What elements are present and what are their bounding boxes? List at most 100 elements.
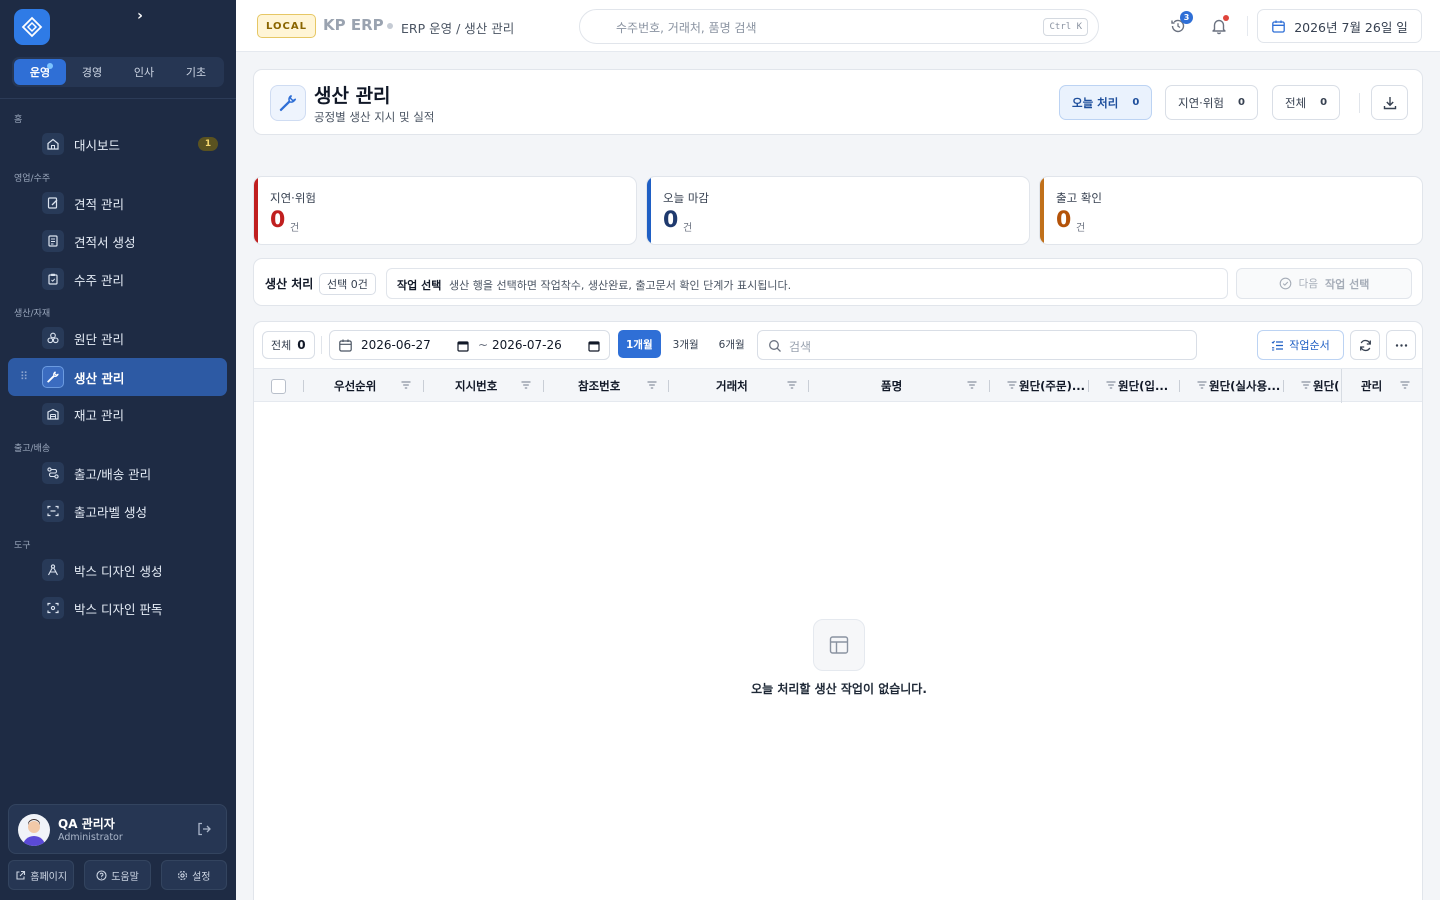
column-header-fabric-in[interactable]: 원단(입... xyxy=(1118,369,1168,403)
sidebar-item-box-design[interactable]: 박스 디자인 생성 xyxy=(8,551,227,589)
stat-card-due-today[interactable]: 오늘 마감 0 건 xyxy=(646,176,1030,245)
sidebar-item-fabric[interactable]: 원단 관리 xyxy=(8,319,227,357)
stat-label: 오늘 마감 xyxy=(663,191,709,205)
calendar-icon xyxy=(1272,20,1286,33)
clipboard-icon xyxy=(42,268,64,290)
selection-count-badge: 선택 0건 xyxy=(319,273,376,295)
filter-delayed-button[interactable]: 지연·위험 0 xyxy=(1165,85,1258,120)
home-icon xyxy=(42,133,64,155)
range-tab-6m[interactable]: 6개월 xyxy=(711,330,753,358)
date-to-input[interactable]: 2026-07-26 xyxy=(492,338,562,352)
scan-eye-icon xyxy=(42,597,64,619)
filter-icon[interactable] xyxy=(786,379,798,391)
mode-tab-management[interactable]: 경영 xyxy=(66,59,118,85)
column-header-order-no[interactable]: 지시번호 xyxy=(455,369,497,403)
date-from-input[interactable]: 2026-06-27 xyxy=(361,338,431,352)
stat-card-shipping-check[interactable]: 출고 확인 0 건 xyxy=(1039,176,1423,245)
sidebar-item-box-design-read[interactable]: 박스 디자인 판독 xyxy=(8,589,227,627)
column-divider xyxy=(668,380,669,392)
sidebar-collapse-button[interactable]: › xyxy=(132,8,148,28)
sidebar-item-quote-create[interactable]: 견적서 생성 xyxy=(8,222,227,260)
column-header-fabric-used[interactable]: 원단(실사용... xyxy=(1209,369,1280,403)
sidebar-item-dashboard[interactable]: 대시보드 1 xyxy=(8,125,227,163)
filter-icon[interactable] xyxy=(966,379,978,391)
filter-icon[interactable] xyxy=(646,379,658,391)
app-name[interactable]: KP ERP xyxy=(323,16,384,34)
next-prefix: 다음 xyxy=(1298,278,1318,290)
user-card[interactable]: QA 관리자 Administrator xyxy=(8,804,227,854)
filter-count: 0 xyxy=(1132,97,1140,108)
total-count: 0 xyxy=(297,338,306,352)
logout-icon[interactable] xyxy=(196,821,212,841)
calendar-icon xyxy=(339,339,352,352)
notifications-button[interactable] xyxy=(1207,14,1231,38)
refresh-button[interactable] xyxy=(1350,330,1380,360)
sidebar-item-shipping[interactable]: 출고/배송 관리 xyxy=(8,454,227,492)
section-label-shipping: 출고/배송 xyxy=(14,444,51,454)
app-logo[interactable] xyxy=(14,9,50,45)
global-search-input[interactable]: 수주번호, 거래처, 품명 검색 Ctrl K xyxy=(579,9,1099,44)
homepage-button[interactable]: 홈페이지 xyxy=(8,860,75,890)
filter-icon[interactable] xyxy=(1300,379,1312,391)
external-link-icon xyxy=(16,870,26,880)
select-all-checkbox[interactable] xyxy=(271,379,286,394)
sidebar-item-label: 생산 관리 xyxy=(74,370,125,386)
sidebar-item-production[interactable]: ⠿ 생산 관리 xyxy=(8,358,227,396)
total-label: 전체 xyxy=(271,339,292,352)
sidebar-item-quotes[interactable]: 견적 관리 xyxy=(8,184,227,222)
stat-card-delayed[interactable]: 지연·위험 0 건 xyxy=(253,176,637,245)
more-options-button[interactable] xyxy=(1386,330,1416,360)
column-divider xyxy=(1179,380,1180,392)
stat-accent-bar xyxy=(254,177,258,244)
edit-doc-icon xyxy=(42,192,64,214)
mode-tab-hr[interactable]: 인사 xyxy=(118,59,170,85)
stat-value: 0 xyxy=(663,208,679,233)
filter-icon[interactable] xyxy=(1196,379,1208,391)
date-range-picker[interactable]: 2026-06-27 ~ 2026-07-26 xyxy=(329,330,610,360)
mode-tab-operation[interactable]: 운영 xyxy=(14,59,66,85)
table-search-input[interactable]: 검색 xyxy=(757,330,1197,360)
column-header-fabric-order[interactable]: 원단(주문)... xyxy=(1019,369,1085,403)
filter-today-button[interactable]: 오늘 처리 0 xyxy=(1059,85,1153,120)
column-header-actions[interactable]: 관리 xyxy=(1361,369,1382,403)
sidebar-item-label: 견적 관리 xyxy=(74,196,124,212)
sidebar-item-inventory[interactable]: 재고 관리 xyxy=(8,395,227,433)
range-tab-3m[interactable]: 3개월 xyxy=(665,330,707,358)
date-display[interactable]: 2026년 7월 26일 일 xyxy=(1257,9,1422,43)
range-tabs: 1개월 3개월 6개월 xyxy=(618,330,753,358)
column-header-item-name[interactable]: 품명 xyxy=(881,369,902,403)
column-header-customer[interactable]: 거래처 xyxy=(716,369,748,403)
table-header: 우선순위 지시번호 참조번호 거래처 품명 원단(주문)... 원단(입... … xyxy=(254,368,1422,403)
filter-icon[interactable] xyxy=(1399,379,1411,391)
filter-label: 지연·위험 xyxy=(1178,95,1224,110)
range-tab-1m[interactable]: 1개월 xyxy=(618,330,661,358)
active-dot xyxy=(47,63,53,69)
search-placeholder: 수주번호, 거래처, 품명 검색 xyxy=(616,21,757,35)
settings-button[interactable]: 설정 xyxy=(160,860,227,890)
sidebar-item-orders[interactable]: 수주 관리 xyxy=(8,260,227,298)
work-order-button[interactable]: 작업순서 xyxy=(1257,330,1344,360)
avatar xyxy=(18,814,50,846)
search-placeholder: 검색 xyxy=(789,340,812,354)
doc-create-icon xyxy=(42,230,64,252)
sidebar-item-shipping-label[interactable]: 출고라벨 생성 xyxy=(8,492,227,530)
drag-handle-icon[interactable]: ⠿ xyxy=(20,370,28,383)
column-header-priority[interactable]: 우선순위 xyxy=(334,369,376,403)
history-button[interactable]: 3 xyxy=(1166,11,1193,38)
filter-icon[interactable] xyxy=(1105,379,1117,391)
filter-icon[interactable] xyxy=(520,379,532,391)
empty-state-message: 오늘 처리할 생산 작업이 없습니다. xyxy=(751,682,927,696)
help-button[interactable]: 도움말 xyxy=(84,860,151,890)
download-button[interactable] xyxy=(1371,85,1408,120)
column-header-fabric-extra[interactable]: 원단( xyxy=(1313,369,1341,403)
column-divider xyxy=(1283,380,1284,392)
filter-icon[interactable] xyxy=(400,379,412,391)
column-header-ref-no[interactable]: 참조번호 xyxy=(578,369,620,403)
mode-tab-basic[interactable]: 기초 xyxy=(170,59,222,85)
filter-all-button[interactable]: 전체 0 xyxy=(1272,85,1341,120)
next-step-button[interactable]: 다음 작업 선택 xyxy=(1236,268,1412,299)
filter-icon[interactable] xyxy=(1006,379,1018,391)
sidebar-item-label: 수주 관리 xyxy=(74,272,124,288)
column-divider xyxy=(1341,369,1342,403)
date-text: 2026년 7월 26일 일 xyxy=(1294,19,1408,35)
